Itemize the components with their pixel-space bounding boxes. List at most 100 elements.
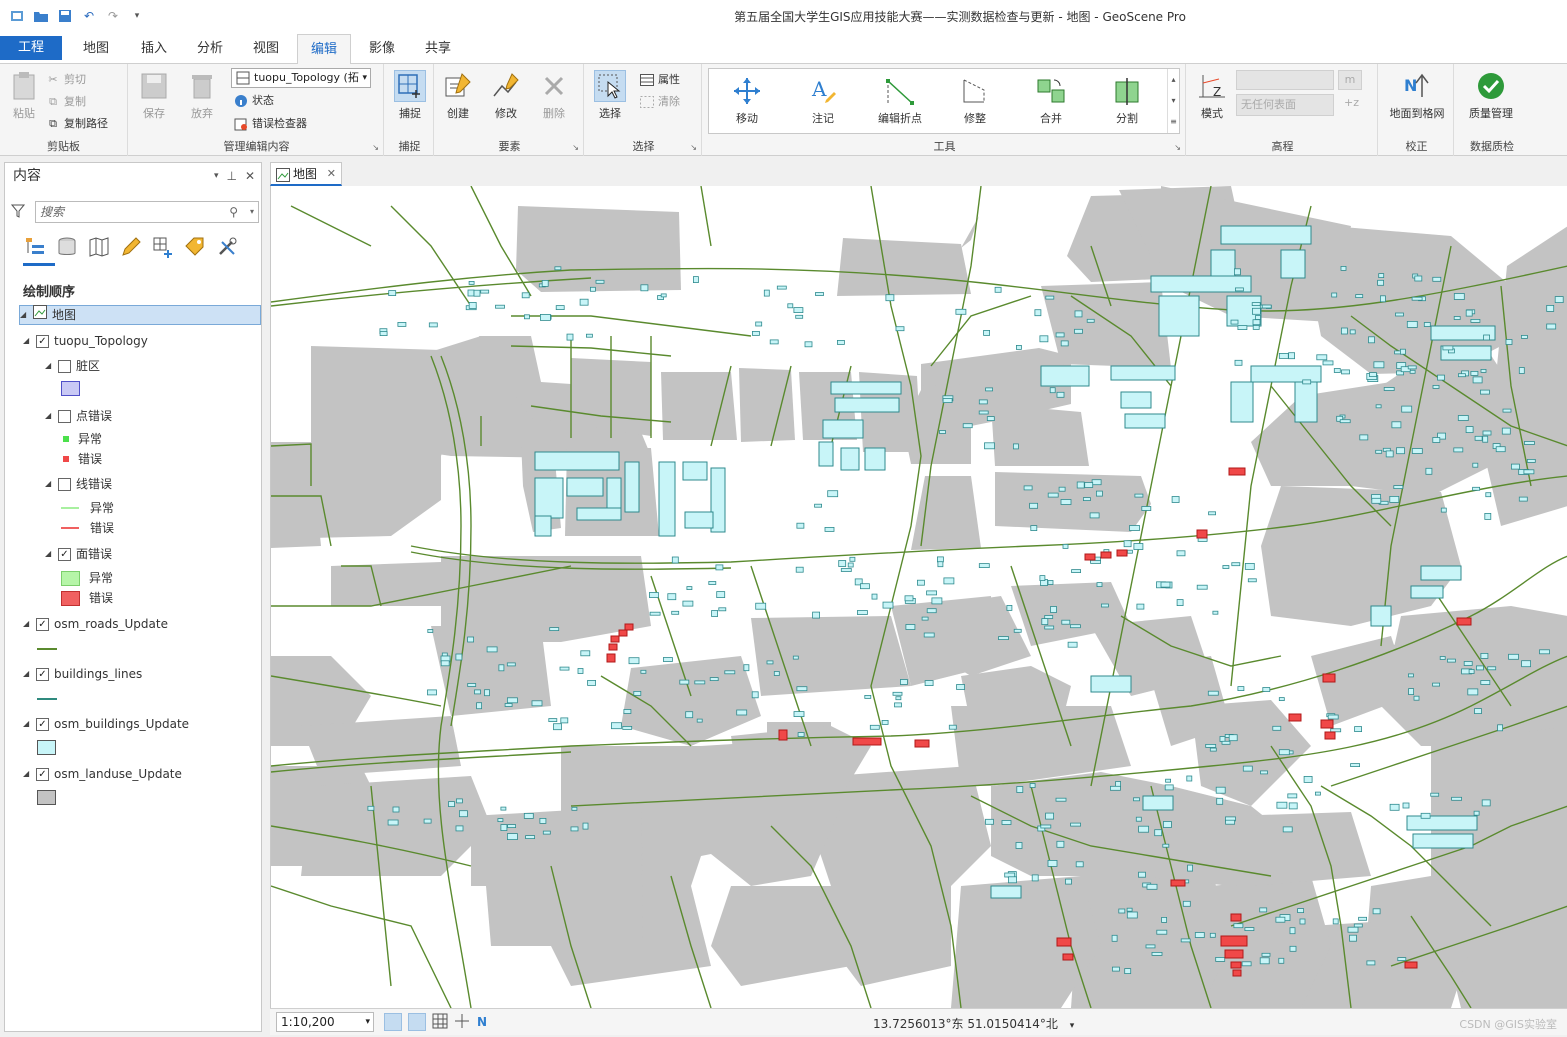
dialog-launcher-icon[interactable]: ↘	[1174, 143, 1181, 152]
scale-select[interactable]: 1:10,200 ▾	[276, 1012, 374, 1032]
collapse-icon[interactable]: ◢	[45, 474, 53, 494]
discard-edits-button[interactable]: 放弃	[180, 70, 224, 121]
visibility-checkbox[interactable]: ✓	[36, 334, 49, 348]
layer-topology[interactable]: ◢ ✓ tuopu_Topology	[23, 331, 148, 351]
tab-insert[interactable]: 插入	[128, 34, 180, 64]
database-view-icon[interactable]	[55, 235, 79, 259]
layers-view-icon[interactable]	[23, 235, 47, 259]
layer-building-lines[interactable]: ◢ ✓ buildings_lines	[23, 664, 142, 684]
tab-map[interactable]: 地图	[70, 34, 122, 64]
paste-button[interactable]: 粘贴	[2, 70, 46, 121]
search-icon[interactable]: ⚲	[229, 202, 238, 222]
elevation-unit-select[interactable]: m	[1338, 70, 1362, 90]
reshape-tool-button[interactable]: 修整	[953, 75, 997, 126]
grid-add-icon[interactable]	[151, 235, 175, 259]
close-icon[interactable]: ✕	[327, 163, 336, 185]
collapse-icon[interactable]: ◢	[23, 331, 31, 351]
correction-toggle-icon[interactable]: N	[476, 1013, 492, 1032]
dialog-launcher-icon[interactable]: ↘	[372, 143, 379, 152]
sublayer-dirty-areas[interactable]: ◢ 脏区	[45, 356, 100, 376]
visibility-checkbox[interactable]: ✓	[36, 767, 49, 781]
cut-button[interactable]: ✂ 剪切	[46, 70, 86, 90]
elevation-mode-button[interactable]: Z 模式	[1190, 70, 1234, 121]
new-project-icon[interactable]	[8, 8, 26, 24]
sublayer-line-errors[interactable]: ◢ 线错误	[45, 474, 112, 494]
create-button[interactable]: 创建	[436, 70, 480, 121]
search-options-icon[interactable]: ▾	[250, 202, 254, 222]
collapse-icon[interactable]: ◢	[45, 406, 53, 426]
surface-select[interactable]: 无任何表面	[1236, 94, 1334, 116]
dialog-launcher-icon[interactable]: ↘	[572, 143, 579, 152]
collapse-icon[interactable]: ◢	[45, 544, 53, 564]
layer-buildings[interactable]: ◢ ✓ osm_buildings_Update	[23, 714, 189, 734]
close-icon[interactable]: ✕	[245, 163, 255, 189]
undo-icon[interactable]: ↶	[80, 8, 98, 24]
snap-toggle-icon[interactable]	[384, 1013, 402, 1031]
crosshair-icon[interactable]	[454, 1013, 470, 1032]
split-tool-button[interactable]: 分割	[1105, 75, 1149, 126]
chevron-down-icon[interactable]: ▾	[1070, 1021, 1075, 1031]
pencil-icon[interactable]	[119, 235, 143, 259]
merge-tool-button[interactable]: 合并	[1029, 75, 1073, 126]
layer-roads[interactable]: ◢ ✓ osm_roads_Update	[23, 614, 168, 634]
collapse-icon[interactable]: ◢	[23, 614, 31, 634]
select-button[interactable]: 选择	[588, 70, 632, 121]
collapse-icon[interactable]: ◢	[20, 305, 28, 325]
delete-button[interactable]: 删除	[532, 70, 576, 121]
open-icon[interactable]	[32, 8, 50, 24]
save-edits-button[interactable]: 保存	[132, 70, 176, 121]
collapse-icon[interactable]: ◢	[23, 714, 31, 734]
clear-button[interactable]: 清除	[640, 92, 680, 112]
visibility-checkbox[interactable]	[58, 359, 71, 373]
collapse-icon[interactable]: ◢	[23, 764, 31, 784]
layer-landuse[interactable]: ◢ ✓ osm_landuse_Update	[23, 764, 182, 784]
customize-dropdown-icon[interactable]: ▾	[128, 8, 146, 24]
visibility-checkbox[interactable]: ✓	[58, 547, 71, 561]
visibility-checkbox[interactable]: ✓	[36, 667, 49, 681]
tools-icon[interactable]	[215, 235, 239, 259]
error-inspector-button[interactable]: 错误检查器	[234, 114, 307, 134]
pane-menu-icon[interactable]: ▾	[214, 163, 219, 189]
visibility-checkbox[interactable]	[58, 409, 71, 423]
tab-analysis[interactable]: 分析	[184, 34, 236, 64]
map-canvas[interactable]	[270, 186, 1567, 1008]
tab-view[interactable]: 视图	[240, 34, 292, 64]
visibility-checkbox[interactable]: ✓	[36, 617, 49, 631]
gallery-scroll[interactable]: ▴ ▾ ≡	[1167, 69, 1179, 133]
grid-icon[interactable]	[432, 1013, 448, 1032]
map-drawing[interactable]	[271, 186, 1567, 1008]
contents-search-input[interactable]: 搜索 ⚲ ▾	[35, 201, 259, 223]
map-node[interactable]: ◢ 地图	[19, 305, 261, 325]
map-view-tab[interactable]: 地图 ✕	[270, 162, 342, 186]
annotate-tool-button[interactable]: A 注记	[801, 75, 845, 126]
tag-icon[interactable]	[183, 235, 207, 259]
tab-share[interactable]: 共享	[412, 34, 464, 64]
snap-button[interactable]: 捕捉	[388, 70, 432, 121]
ground-to-grid-button[interactable]: N 地面到格网	[1384, 70, 1450, 121]
move-tool-button[interactable]: 移动	[725, 75, 769, 126]
save-icon[interactable]	[56, 8, 74, 24]
copy-button[interactable]: ⧉ 复制	[46, 92, 86, 112]
redo-icon[interactable]: ↷	[104, 8, 122, 24]
quality-management-button[interactable]: 质量管理	[1460, 70, 1522, 121]
sublayer-polygon-errors[interactable]: ◢ ✓ 面错误	[45, 544, 112, 564]
modify-button[interactable]: 修改	[484, 70, 528, 121]
dialog-launcher-icon[interactable]: ↘	[690, 143, 697, 152]
map-view-icon[interactable]	[87, 235, 111, 259]
tab-edit[interactable]: 编辑	[297, 34, 351, 65]
copy-path-button[interactable]: ⧉ 复制路径	[46, 114, 108, 134]
tab-project[interactable]: 工程	[0, 36, 62, 60]
tab-imagery[interactable]: 影像	[356, 34, 408, 64]
attributes-button[interactable]: 属性	[640, 70, 680, 90]
visibility-checkbox[interactable]: ✓	[36, 717, 49, 731]
pin-icon[interactable]: ⊥	[226, 163, 236, 189]
topology-select[interactable]: tuopu_Topology (拓 ▾	[231, 68, 371, 88]
grid-snap-icon[interactable]	[408, 1013, 426, 1031]
elevation-value-input[interactable]	[1236, 70, 1334, 90]
collapse-icon[interactable]: ◢	[45, 356, 53, 376]
filter-icon[interactable]	[10, 204, 26, 221]
status-button[interactable]: 状态	[234, 91, 274, 111]
collapse-icon[interactable]: ◢	[23, 664, 31, 684]
visibility-checkbox[interactable]	[58, 477, 71, 491]
edit-vertices-tool-button[interactable]: 编辑折点	[875, 75, 925, 126]
